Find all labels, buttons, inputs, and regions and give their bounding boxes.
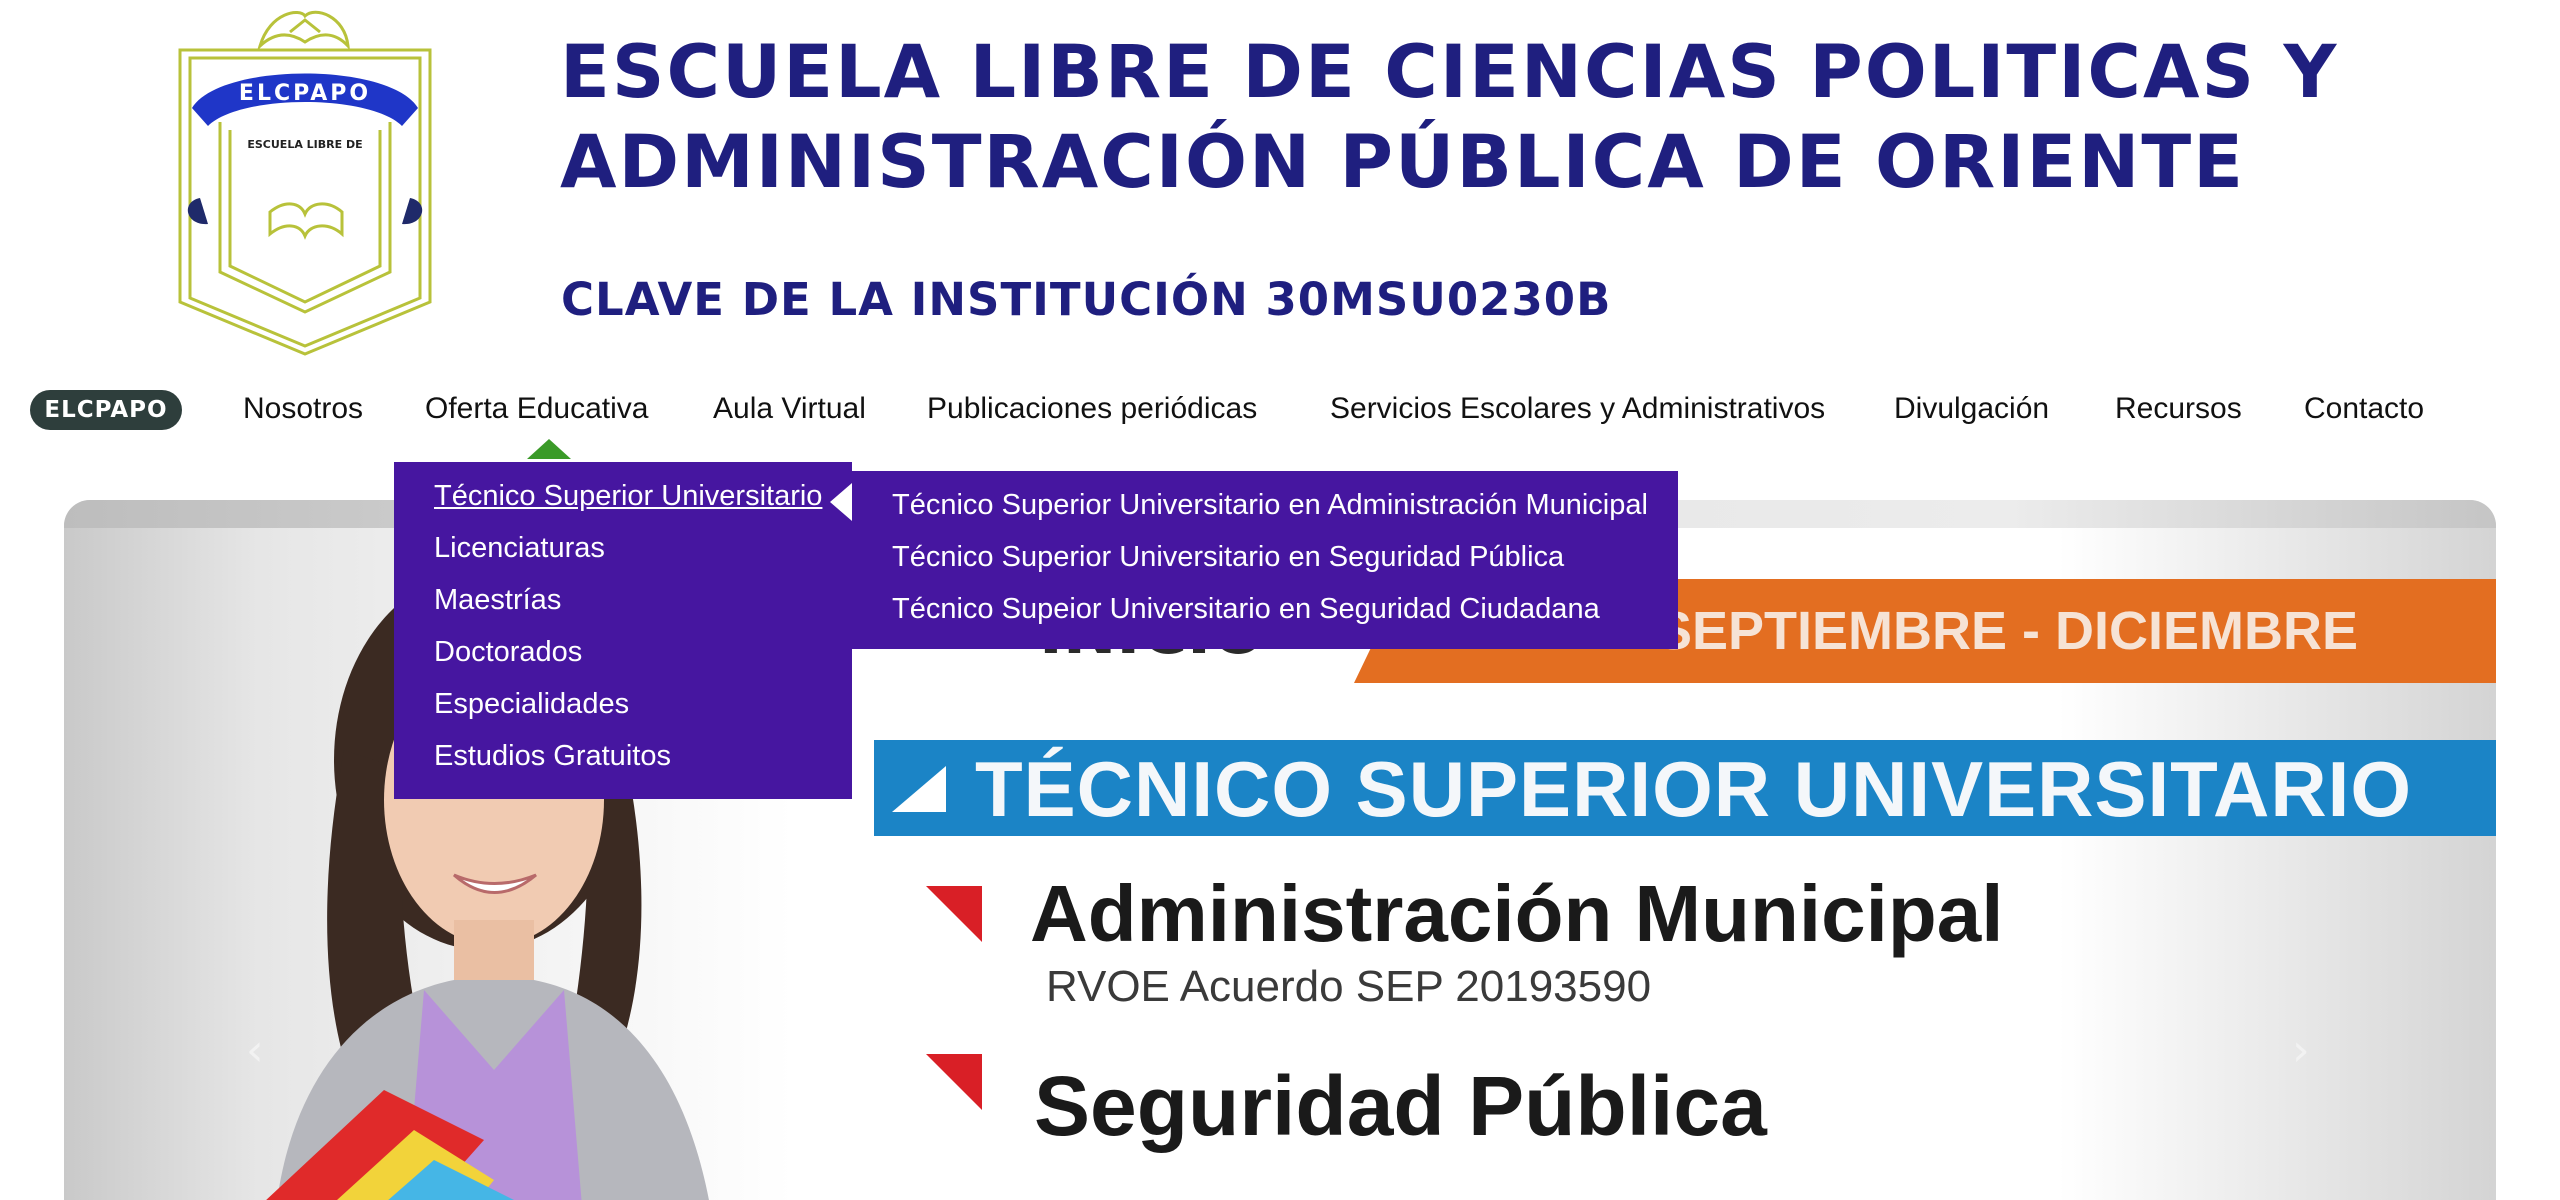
dropdown-item-estudios-gratuitos[interactable]: Estudios Gratuitos — [434, 740, 671, 773]
tsu-submenu: Técnico Superior Universitario en Admini… — [852, 471, 1678, 649]
slider-prev-arrow[interactable]: ‹ — [246, 1025, 264, 1076]
slider-next-arrow[interactable]: › — [2292, 1025, 2310, 1076]
band-triangle-icon — [892, 766, 946, 812]
active-nav-caret — [527, 439, 571, 459]
institution-logo: ELCPAPO DE ORIENTE ESCUELA LIBRE DE — [178, 10, 432, 356]
submenu-item-seguridad-publica[interactable]: Técnico Superior Universitario en Seguri… — [892, 541, 1564, 574]
dropdown-item-especialidades[interactable]: Especialidades — [434, 688, 629, 721]
submenu-pointer-icon — [830, 483, 852, 521]
institution-key: CLAVE DE LA INSTITUCIÓN 30MSU0230B — [561, 273, 1612, 326]
submenu-item-seguridad-ciudadana[interactable]: Técnico Supeior Universitario en Segurid… — [892, 593, 1600, 626]
submenu-item-admin-municipal[interactable]: Técnico Superior Universitario en Admini… — [892, 489, 1648, 522]
slider-program-2: Seguridad Pública — [1034, 1059, 1767, 1153]
logo-inner-top: ESCUELA LIBRE DE — [247, 138, 362, 151]
slider-rvoe: RVOE Acuerdo SEP 20193590 — [1046, 962, 1652, 1011]
nav-item-contacto[interactable]: Contacto — [2304, 386, 2424, 432]
dropdown-item-doctorados[interactable]: Doctorados — [434, 636, 582, 669]
dropdown-item-licenciaturas[interactable]: Licenciaturas — [434, 532, 605, 565]
institution-title: ESCUELA LIBRE DE CIENCIAS POLITICAS Y AD… — [560, 28, 2338, 208]
title-line-2: ADMINISTRACIÓN PÚBLICA DE ORIENTE — [560, 120, 2246, 205]
nav-item-oferta-educativa[interactable]: Oferta Educativa — [425, 386, 648, 432]
oferta-educativa-dropdown: Técnico Superior Universitario Licenciat… — [394, 462, 852, 799]
bullet-triangle-icon — [926, 1054, 982, 1110]
nav-item-nosotros[interactable]: Nosotros — [243, 386, 363, 432]
nav-item-publicaciones[interactable]: Publicaciones periódicas — [927, 386, 1257, 432]
nav-item-aula-virtual[interactable]: Aula Virtual — [713, 386, 866, 432]
logo-ribbon-text: ELCPAPO — [239, 81, 371, 106]
bullet-triangle-icon — [926, 886, 982, 942]
nav-item-divulgacion[interactable]: Divulgación — [1894, 386, 2049, 432]
slider-program-1: Administración Municipal — [1030, 869, 2004, 958]
dropdown-item-tsu[interactable]: Técnico Superior Universitario — [434, 480, 822, 513]
slider-program-type: TÉCNICO SUPERIOR UNIVERSITARIO — [975, 745, 2413, 833]
title-line-1: ESCUELA LIBRE DE CIENCIAS POLITICAS Y — [560, 30, 2339, 115]
logo-sub-text: DE ORIENTE — [268, 108, 342, 121]
nav-item-servicios[interactable]: Servicios Escolares y Administrativos — [1330, 386, 1825, 432]
brand-home-link[interactable]: ELCPAPO — [30, 390, 182, 430]
nav-item-recursos[interactable]: Recursos — [2115, 386, 2242, 432]
dropdown-item-maestrias[interactable]: Maestrías — [434, 584, 561, 617]
